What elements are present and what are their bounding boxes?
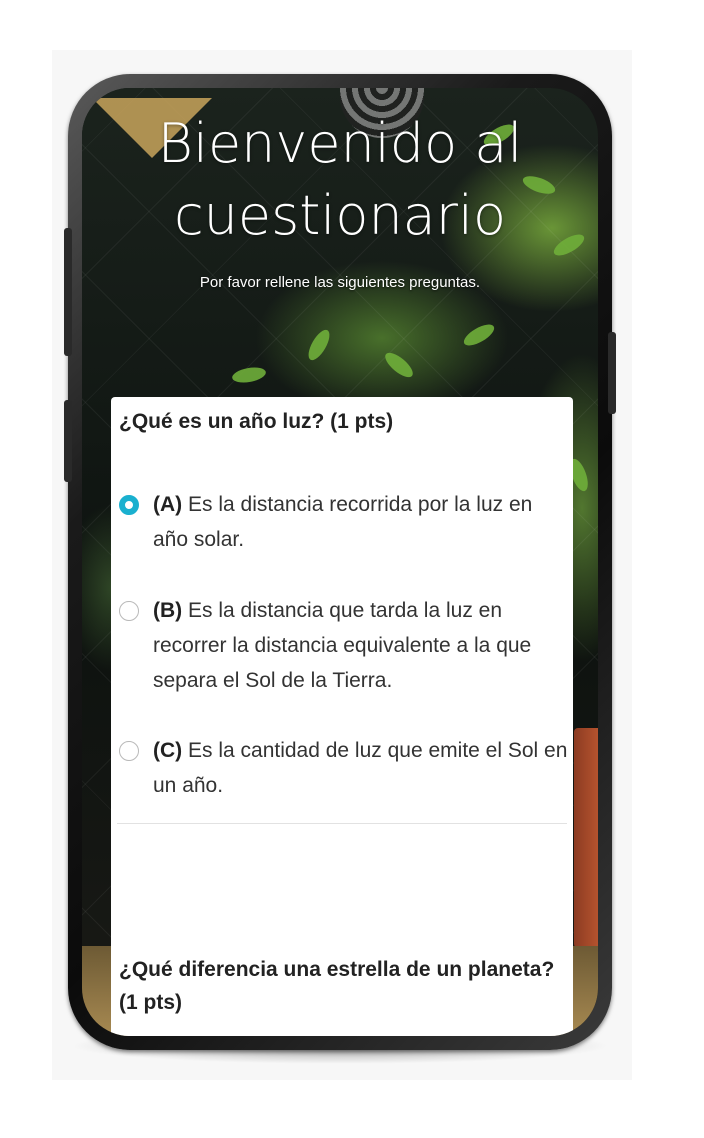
quiz-card: ¿Qué es un año luz? (1 pts) (A) Es la di…: [111, 397, 573, 1036]
decorative-plant-pot: [574, 728, 598, 948]
hero-header: Bienvenido al cuestionario Por favor rel…: [82, 108, 598, 291]
page-title-line-1: Bienvenido al: [157, 112, 523, 175]
option-b-label: (B) Es la distancia que tarda la luz en …: [153, 593, 569, 698]
question-divider: [117, 823, 567, 824]
radio-button-selected[interactable]: [119, 495, 139, 515]
question-1-option-c[interactable]: (C) Es la cantidad de luz que emite el S…: [119, 733, 569, 803]
option-b-text: Es la distancia que tarda la luz en reco…: [153, 599, 532, 692]
question-2-title: ¿Qué diferencia una estrella de un plane…: [119, 958, 555, 1014]
page-title: Bienvenido al cuestionario: [82, 108, 598, 252]
phone-volume-down-button: [64, 400, 72, 482]
page-title-line-2: cuestionario: [173, 184, 507, 247]
page-subtitle: Por favor rellene las siguientes pregunt…: [199, 274, 481, 291]
option-b-letter: (B): [153, 599, 183, 622]
question-1-title: ¿Qué es un año luz? (1 pts): [119, 410, 394, 433]
option-a-label: (A) Es la distancia recorrida por la luz…: [153, 487, 569, 557]
phone-volume-up-button: [64, 228, 72, 356]
phone-power-button: [608, 332, 616, 414]
option-c-letter: (C): [153, 739, 183, 762]
option-a-letter: (A): [153, 493, 183, 516]
radio-button[interactable]: [119, 601, 139, 621]
question-1-option-b[interactable]: (B) Es la distancia que tarda la luz en …: [119, 593, 569, 698]
option-c-label: (C) Es la cantidad de luz que emite el S…: [153, 733, 569, 803]
radio-button[interactable]: [119, 741, 139, 761]
question-1-option-a[interactable]: (A) Es la distancia recorrida por la luz…: [119, 487, 569, 557]
phone-screen[interactable]: Bienvenido al cuestionario Por favor rel…: [82, 88, 598, 1036]
option-a-text: Es la distancia recorrida por la luz en …: [153, 493, 533, 551]
option-c-text: Es la cantidad de luz que emite el Sol e…: [153, 739, 568, 797]
